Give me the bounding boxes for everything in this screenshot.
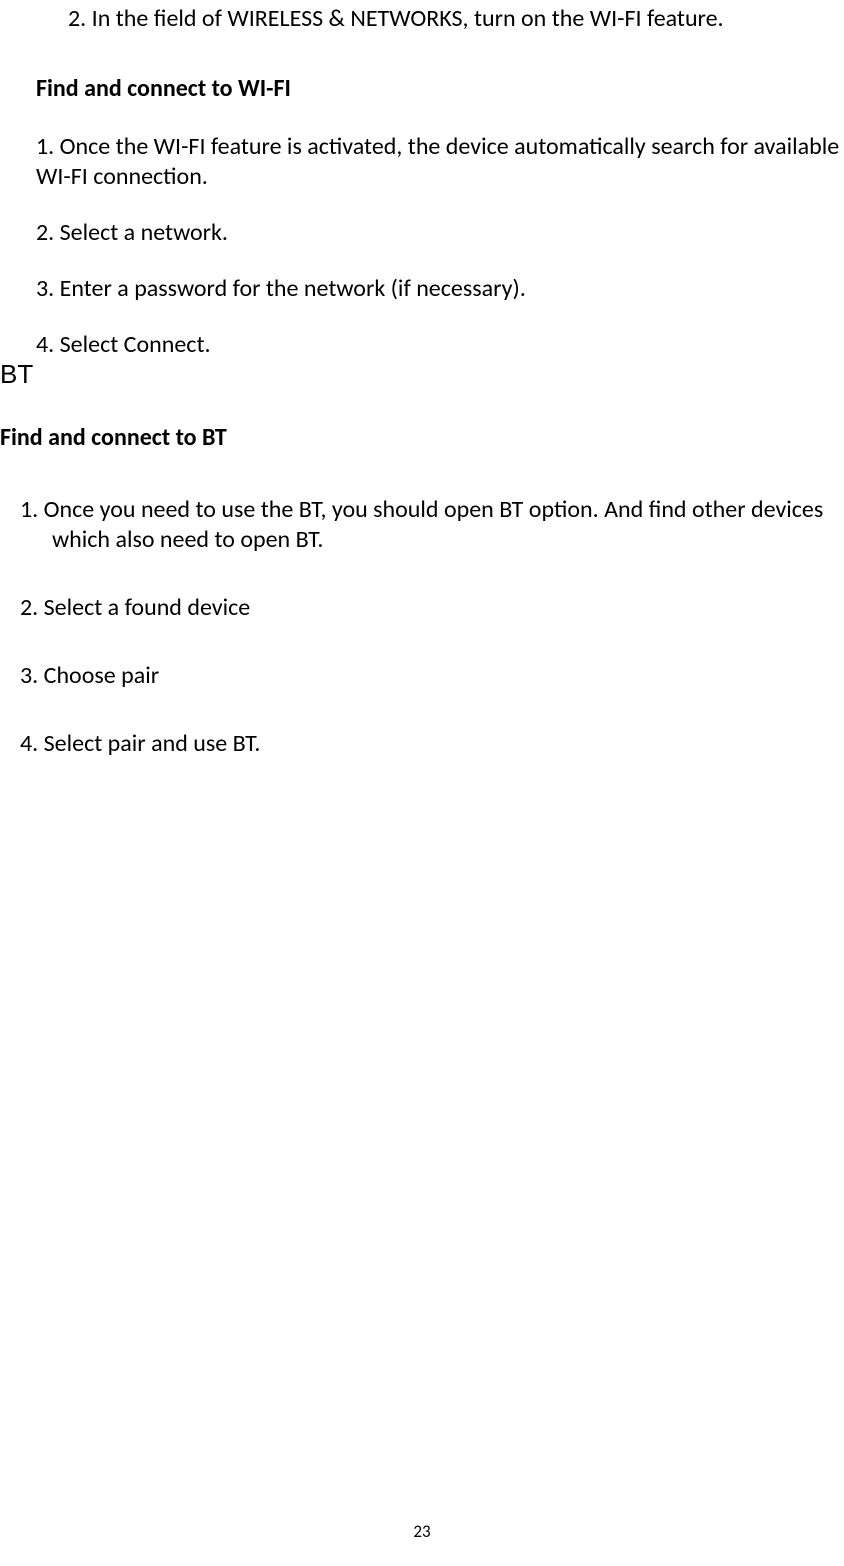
- section-title-bt: BT: [0, 358, 844, 391]
- page-number: 23: [0, 1521, 844, 1542]
- wifi-step-4: 4. Select Connect.: [36, 330, 844, 360]
- wifi-step-1: 1. Once the WI-FI feature is activated, …: [36, 132, 844, 192]
- heading-find-wifi: Find and connect to WI-FI: [36, 74, 844, 104]
- wifi-step-2: 2. Select a network.: [36, 218, 844, 248]
- bt-step-1: 1. Once you need to use the BT, you shou…: [20, 495, 844, 555]
- wifi-step-3: 3. Enter a password for the network (if …: [36, 274, 844, 304]
- heading-find-bt: Find and connect to BT: [0, 423, 844, 453]
- bt-step-3: 3. Choose pair: [20, 661, 844, 691]
- bt-step-4: 4. Select pair and use BT.: [20, 729, 844, 759]
- bt-step-2: 2. Select a found device: [20, 593, 844, 623]
- wifi-feature-step: 2. In the field of WIRELESS & NETWORKS, …: [36, 4, 844, 34]
